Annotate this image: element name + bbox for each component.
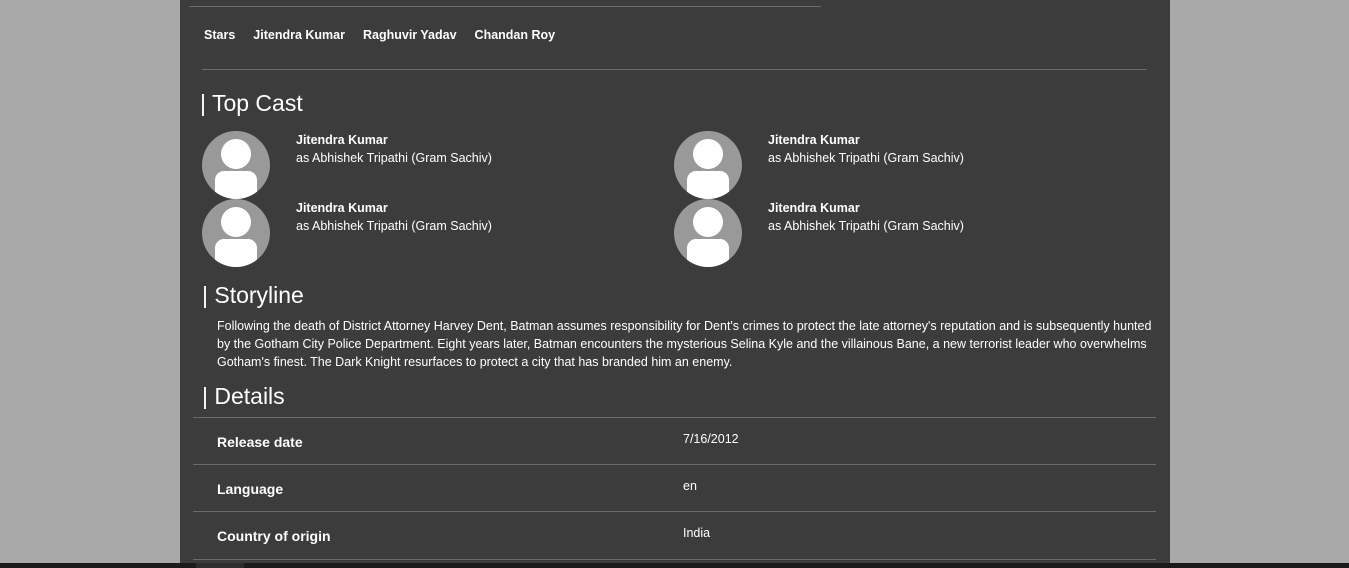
cast-name[interactable]: Jitendra Kumar	[296, 133, 388, 147]
cast-name[interactable]: Jitendra Kumar	[768, 201, 860, 215]
cast-name[interactable]: Jitendra Kumar	[768, 133, 860, 147]
cast-role: as Abhishek Tripathi (Gram Sachiv)	[296, 151, 492, 165]
cast-avatar[interactable]	[202, 199, 270, 267]
cast-avatar[interactable]	[674, 131, 742, 199]
top-cast-heading: | Top Cast	[200, 90, 303, 116]
country-value: India	[683, 526, 711, 540]
avatar-person-icon	[221, 139, 251, 169]
stars-divider	[202, 69, 1147, 70]
storyline-text: Following the death of District Attorney…	[217, 319, 1152, 369]
details-divider	[193, 464, 1156, 465]
stars-label: Stars	[204, 28, 236, 42]
star-link-2[interactable]: Raghuvir Yadav	[363, 28, 457, 42]
cast-role: as Abhishek Tripathi (Gram Sachiv)	[768, 151, 964, 165]
movie-detail-panel: Stars Jitendra Kumar Raghuvir Yadav Chan…	[180, 0, 1170, 568]
star-link-1[interactable]: Jitendra Kumar	[253, 28, 345, 42]
cast-role: as Abhishek Tripathi (Gram Sachiv)	[296, 219, 492, 233]
cast-name[interactable]: Jitendra Kumar	[296, 201, 388, 215]
details-divider	[193, 559, 1156, 560]
details-divider	[193, 417, 1156, 418]
scrollbar-thumb[interactable]	[196, 563, 244, 568]
language-value: en	[683, 479, 697, 493]
star-link-3[interactable]: Chandan Roy	[475, 28, 556, 42]
language-label: Language	[217, 481, 284, 497]
cast-role: as Abhishek Tripathi (Gram Sachiv)	[768, 219, 964, 233]
avatar-person-icon	[693, 139, 723, 169]
release-date-label: Release date	[217, 434, 303, 450]
details-heading: | Details	[202, 383, 285, 409]
details-divider	[193, 511, 1156, 512]
cast-avatar[interactable]	[674, 199, 742, 267]
avatar-person-icon	[693, 207, 723, 237]
stars-row: Stars Jitendra Kumar Raghuvir Yadav Chan…	[204, 28, 555, 42]
avatar-person-icon	[221, 207, 251, 237]
release-date-value: 7/16/2012	[683, 432, 739, 446]
top-divider	[189, 6, 821, 7]
cast-avatar[interactable]	[202, 131, 270, 199]
country-label: Country of origin	[217, 528, 331, 544]
storyline-heading: | Storyline	[202, 282, 304, 308]
